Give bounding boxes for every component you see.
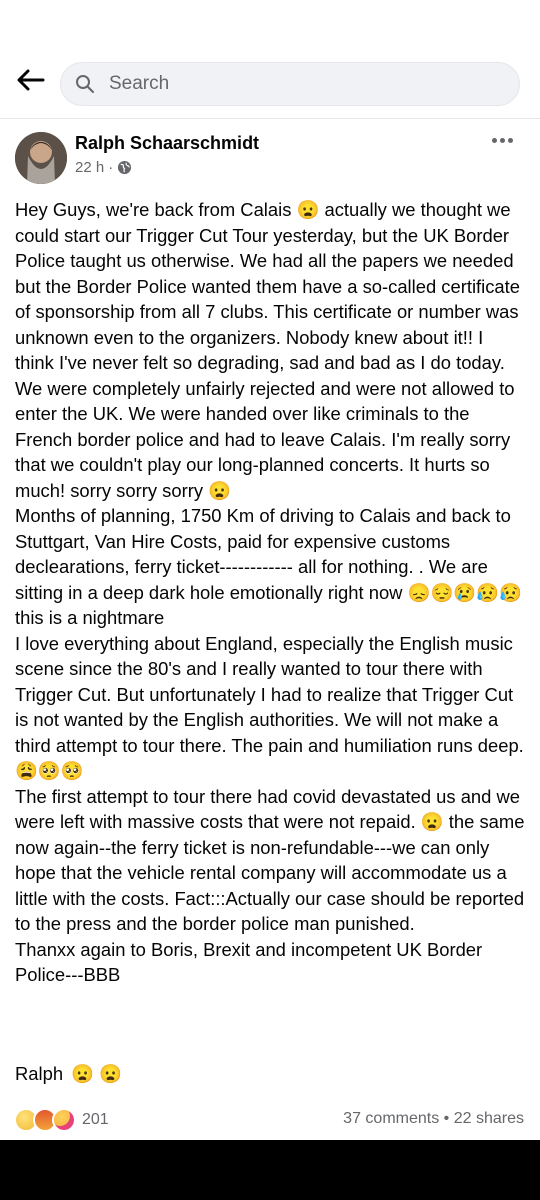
post-footer: 201 37 comments • 22 shares [0, 1102, 540, 1136]
reactions-summary[interactable]: 201 [14, 1108, 109, 1132]
post-meta: 22 h · [75, 159, 132, 176]
more-options-icon [491, 137, 497, 143]
care-reaction-icon [52, 1108, 76, 1132]
back-arrow-icon [17, 69, 45, 91]
shares-link[interactable]: 22 shares [454, 1110, 524, 1127]
post-stats: 37 comments • 22 shares [343, 1110, 524, 1128]
more-options-button[interactable] [486, 128, 518, 152]
signature-emojis: 😦 😦 [71, 1063, 122, 1084]
globe-icon [118, 160, 132, 175]
system-navigation-bar [0, 1140, 540, 1200]
post-text: Hey Guys, we're back from Calais 😦 actua… [15, 199, 525, 985]
meta-separator: · [108, 159, 114, 176]
post-time[interactable]: 22 h [75, 159, 104, 176]
stats-separator: • [443, 1110, 450, 1127]
top-bar [0, 52, 540, 114]
back-button[interactable] [10, 60, 50, 100]
search-icon [75, 73, 97, 95]
divider [0, 118, 540, 119]
avatar[interactable] [15, 132, 67, 184]
search-input[interactable] [107, 72, 491, 96]
comments-link[interactable]: 37 comments [343, 1110, 439, 1127]
post-header: Ralph Schaarschmidt 22 h · [0, 124, 540, 194]
post-signature: Ralph 😦 😦 [15, 1063, 122, 1085]
signature-name: Ralph [15, 1063, 64, 1084]
reaction-count: 201 [82, 1111, 109, 1128]
search-bar[interactable] [60, 62, 520, 106]
author-name[interactable]: Ralph Schaarschmidt [75, 133, 259, 154]
